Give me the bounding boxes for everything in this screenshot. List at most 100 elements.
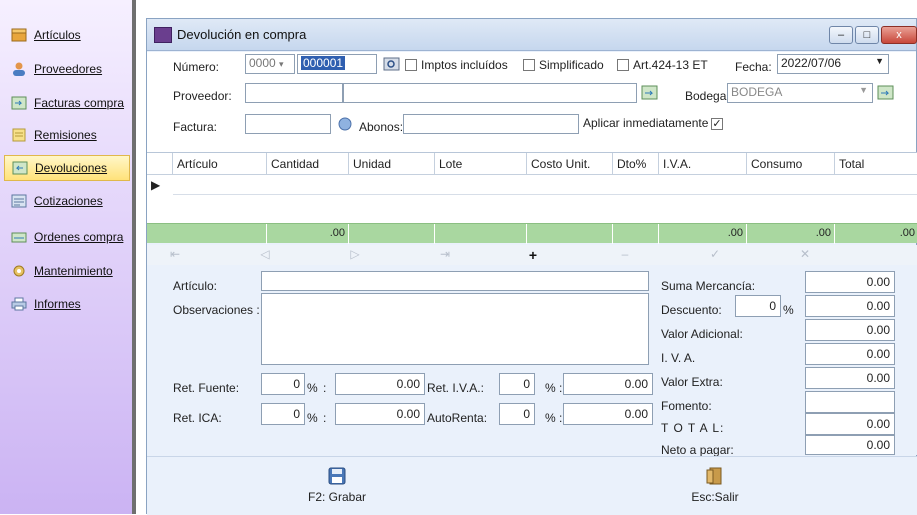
observaciones-textarea[interactable] [261,293,649,365]
sidebar-item-informes[interactable]: Informes [4,291,130,317]
numero-prefix-select[interactable]: 0000 ▾ [245,54,295,74]
table-row[interactable] [173,175,917,195]
sidebar-item-label: Mantenimiento [34,264,113,278]
info-icon[interactable] [337,116,355,132]
proveedor-name-input[interactable] [343,83,637,103]
ret-iva-value-input[interactable]: 0.00 [563,373,653,395]
total-cell-lote [435,224,527,244]
save-button[interactable]: F2: Grabar [297,467,377,504]
last-record-icon[interactable]: ⇥ [437,247,453,263]
numero-input[interactable]: 000001 [297,54,377,74]
ret-iva-label: Ret. I.V.A.: [427,381,484,395]
autorenta-value-input[interactable]: 0.00 [563,403,653,425]
cart-icon [10,229,28,245]
ret-ica-label: Ret. ICA: [173,411,222,425]
autorenta-pct-input[interactable]: 0 [499,403,535,425]
fecha-label: Fecha: [735,60,772,74]
box-icon [10,27,28,43]
sidebar-item-facturas-compra[interactable]: Facturas compra [4,90,130,116]
grid-navigator: ⇤ ◁ ▷ ⇥ + – ✓ ✕ [147,245,917,265]
sidebar-item-cotizaciones[interactable]: Cotizaciones [4,188,130,214]
ret-fuente-value-input[interactable]: 0.00 [335,373,425,395]
gear-icon [10,263,28,279]
abonos-input[interactable] [403,114,579,134]
title-bar[interactable]: Devolución en compra – □ x [147,19,917,51]
prev-record-icon[interactable]: ◁ [257,247,273,263]
pct-symbol: % [545,411,556,425]
fomento-value[interactable] [805,391,895,413]
ret-fuente-pct-input[interactable]: 0 [261,373,305,395]
sidebar-item-ordenes-compra[interactable]: Ordenes compra [4,224,130,250]
art-checkbox[interactable] [617,59,629,71]
pct-symbol: % [545,381,556,395]
lookup-icon[interactable] [641,85,659,101]
save-button-label: F2: Grabar [307,490,367,504]
column-costo-unit[interactable]: Costo Unit. [527,153,613,175]
sidebar-item-proveedores[interactable]: Proveedores [4,56,130,82]
imptos-checkbox[interactable] [405,59,417,71]
ret-iva-pct-input[interactable]: 0 [499,373,535,395]
bodega-select[interactable]: BODEGA ▼ [727,83,873,103]
valor-extra-value[interactable]: 0.00 [805,367,895,389]
factura-input[interactable] [245,114,331,134]
close-button[interactable]: x [881,26,917,44]
colon-symbol: : [559,411,563,425]
first-record-icon[interactable]: ⇤ [167,247,183,263]
column-cantidad[interactable]: Cantidad [267,153,349,175]
neto-pagar-value[interactable]: 0.00 [805,435,895,455]
minimize-button[interactable]: – [829,26,853,44]
sidebar-item-devoluciones[interactable]: Devoluciones [4,155,130,181]
edit-record-icon[interactable]: ✓ [707,247,723,263]
sidebar-item-label: Cotizaciones [34,194,103,208]
neto-pagar-label: Neto a pagar: [661,443,734,457]
cancel-record-icon[interactable]: ✕ [797,247,813,263]
sidebar-item-mantenimiento[interactable]: Mantenimiento [4,258,130,284]
proveedor-code-input[interactable] [245,83,343,103]
iva-label: I. V. A. [661,351,696,365]
suma-mercancia-label: Suma Mercancía: [661,279,756,293]
column-consumo[interactable]: Consumo [747,153,835,175]
next-record-icon[interactable]: ▷ [347,247,363,263]
header-form: Número: 0000 ▾ 000001 Imptos incluídos S… [147,52,916,152]
articulo-input[interactable] [261,271,649,291]
simplificado-checkbox[interactable] [523,59,535,71]
column-articulo[interactable]: Artículo [173,153,267,175]
sidebar-item-remisiones[interactable]: Remisiones [4,122,130,148]
search-icon[interactable] [383,56,401,72]
lookup-icon[interactable] [877,85,895,101]
column-unidad[interactable]: Unidad [349,153,435,175]
suma-mercancia-value[interactable]: 0.00 [805,271,895,293]
sidebar-item-articulos[interactable]: Artículos [4,22,130,48]
descuento-pct-input[interactable]: 0 [735,295,781,317]
column-total[interactable]: Total [835,153,917,175]
items-grid[interactable]: Artículo Cantidad Unidad Lote Costo Unit… [147,152,917,244]
printer-icon [10,296,28,312]
total-value[interactable]: 0.00 [805,413,895,435]
door-exit-icon [706,467,722,485]
aplicar-checkbox[interactable]: ✓ [711,118,723,130]
iva-value[interactable]: 0.00 [805,343,895,365]
add-record-icon[interactable]: + [525,247,541,263]
floppy-disk-icon [328,467,346,485]
maximize-button[interactable]: □ [855,26,879,44]
descuento-value[interactable]: 0.00 [805,295,895,317]
valor-adicional-value[interactable]: 0.00 [805,319,895,341]
total-cell-articulo [173,224,267,244]
ret-ica-value-input[interactable]: 0.00 [335,403,425,425]
column-iva[interactable]: I.V.A. [659,153,747,175]
total-cantidad: .00 [267,224,349,244]
total-iva: .00 [659,224,747,244]
column-lote[interactable]: Lote [435,153,527,175]
ret-ica-pct-input[interactable]: 0 [261,403,305,425]
colon-symbol: : [323,381,327,395]
row-pointer-icon: ▶ [151,178,161,192]
colon-symbol: : [559,381,563,395]
sidebar-item-label: Ordenes compra [34,230,124,244]
pct-symbol: % [307,411,318,425]
delete-record-icon[interactable]: – [617,247,633,263]
exit-button[interactable]: Esc:Salir [675,467,755,504]
column-dto[interactable]: Dto% [613,153,659,175]
return-icon [11,160,29,176]
aplicar-label: Aplicar inmediatamente [583,116,709,130]
fecha-picker[interactable]: 2022/07/06 ▼ [777,54,889,74]
